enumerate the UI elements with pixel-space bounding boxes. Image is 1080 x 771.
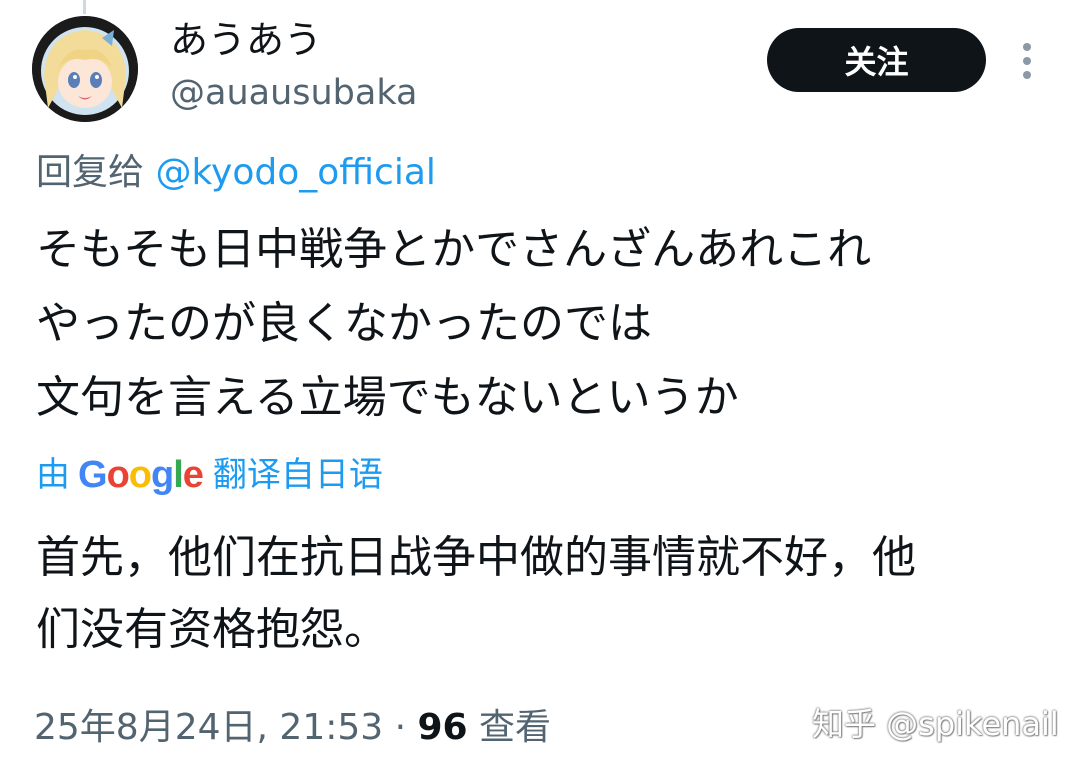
tweet-text-line: そもそも日中戦争とかでさんざんあれこれ [36, 224, 872, 275]
thread-connector-line [83, 0, 86, 14]
zhihu-watermark: 知乎 @spikenail [812, 705, 1059, 743]
reply-to-prefix: 回复给 [36, 152, 156, 193]
anime-avatar-image [32, 16, 138, 122]
dot [1023, 57, 1031, 65]
translation-text-line: 首先，他们在抗日战争中做的事情就不好，他 [36, 532, 916, 583]
more-options-icon[interactable] [1012, 38, 1042, 84]
tweet-timestamp[interactable]: 25年8月24日, 21:53 · [34, 707, 417, 748]
dot [1023, 43, 1031, 51]
translated-by-prefix: 由 [36, 455, 70, 495]
reply-to-mention-link[interactable]: @kyodo_official [155, 152, 435, 193]
author-display-name[interactable]: あうあう [170, 16, 322, 64]
follow-button[interactable]: 关注 [767, 28, 986, 92]
avatar[interactable] [32, 16, 138, 122]
google-logo: Google [78, 454, 204, 496]
author-handle[interactable]: @auausubaka [170, 70, 417, 116]
dot [1023, 71, 1031, 79]
reply-to-line: 回复给 @kyodo_official [36, 150, 436, 196]
tweet-text-line: 文句を言える立場でもないというか [36, 372, 739, 423]
translated-from-label: 翻译自日语 [212, 455, 383, 495]
views-count[interactable]: 96 [417, 707, 467, 748]
tweet-meta: 25年8月24日, 21:53 · 96 查看 [34, 705, 551, 751]
tweet-text-line: やったのが良くなかったのでは [36, 298, 652, 349]
translation-text-line: 们没有资格抱怨。 [36, 604, 388, 655]
views-label: 查看 [467, 707, 552, 748]
translated-by-google-link[interactable]: 由 Google 翻译自日语 [36, 452, 383, 498]
